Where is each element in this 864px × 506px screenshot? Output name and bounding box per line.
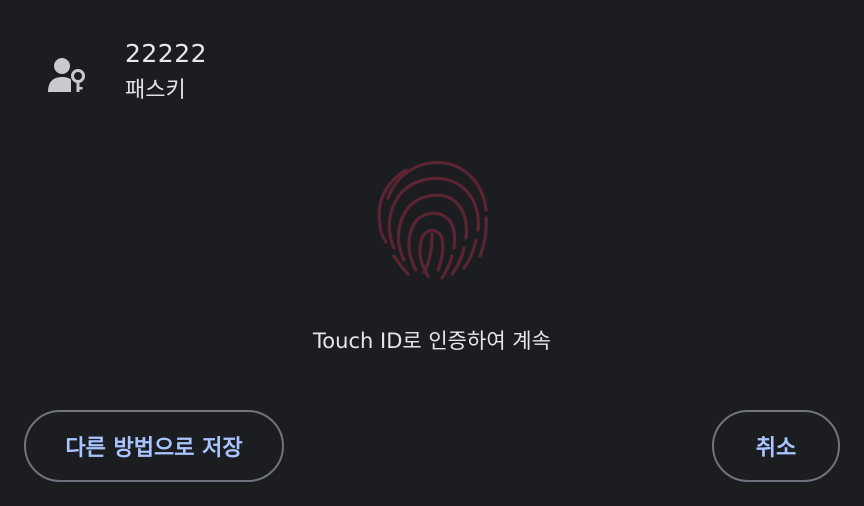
account-type-label: 패스키 [125,78,186,103]
save-another-way-button[interactable]: 다른 방법으로 저장 [24,410,284,482]
account-info: 22222 패스키 [44,38,207,106]
cancel-button[interactable]: 취소 [712,410,840,482]
touch-id-prompt: Touch ID로 인증하여 계속 [313,329,551,353]
account-text: 22222 패스키 [125,38,207,106]
user-key-icon [44,54,88,98]
account-name: 22222 [125,39,208,68]
passkey-dialog: 22222 패스키 Touch ID로 인증하여 계속 다른 방법으로 저장 취… [0,0,864,506]
fingerprint-icon [366,152,498,284]
